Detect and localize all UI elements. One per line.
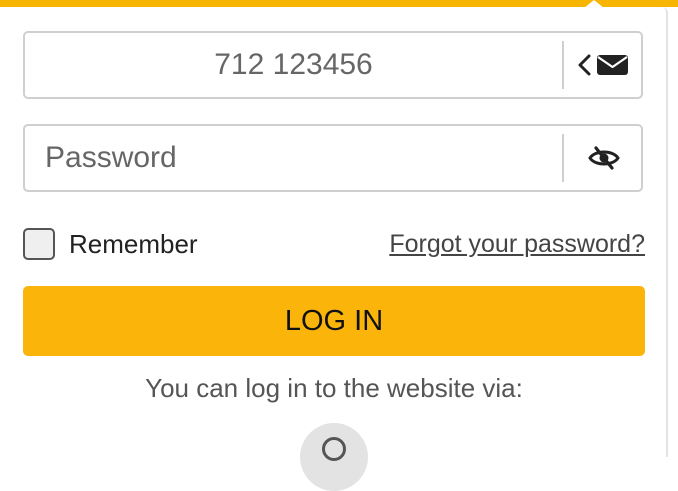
phone-field[interactable]: 712 123456 <box>23 31 643 99</box>
field-divider <box>562 41 564 89</box>
password-field[interactable]: Password <box>23 124 643 192</box>
remember-label[interactable]: Remember <box>69 226 198 262</box>
chevron-envelope-icon <box>578 54 628 76</box>
show-password-button[interactable] <box>566 126 642 190</box>
password-placeholder[interactable]: Password <box>45 126 177 190</box>
remember-checkbox[interactable] <box>23 228 55 260</box>
phone-input-value[interactable]: 712 123456 <box>25 33 562 97</box>
login-method-toggle-button[interactable] <box>566 33 642 97</box>
remember-row: Remember Forgot your password? <box>23 226 645 266</box>
social-login-button[interactable] <box>300 423 368 491</box>
forgot-password-link[interactable]: Forgot your password? <box>389 226 645 262</box>
site-header-bar <box>0 0 678 7</box>
eye-slash-icon <box>588 146 620 170</box>
social-login-icon <box>322 437 346 461</box>
chevron-left-icon <box>578 54 591 76</box>
field-divider <box>562 134 564 182</box>
dropdown-caret <box>584 0 604 8</box>
envelope-icon <box>597 55 628 75</box>
social-login-text: You can log in to the website via: <box>145 373 523 403</box>
login-button[interactable]: LOG IN <box>23 286 645 356</box>
